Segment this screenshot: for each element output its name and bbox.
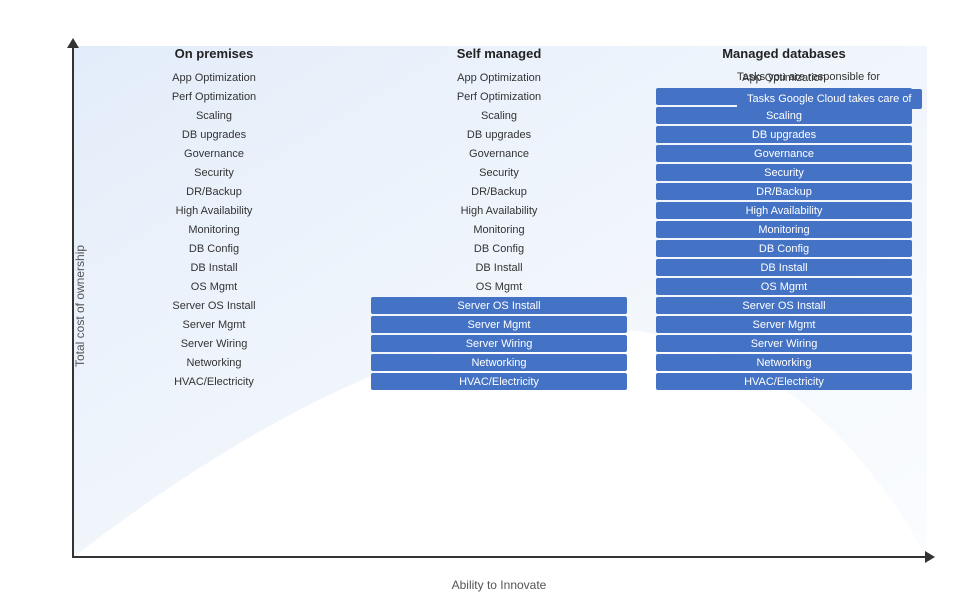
legend-google-badge: Tasks Google Cloud takes care of: [737, 89, 921, 109]
row-item-on-premises-8: Monitoring: [86, 221, 343, 238]
row-item-on-premises-9: DB Config: [86, 240, 343, 257]
row-item-managed-databases-10: DB Install: [656, 259, 913, 276]
row-item-on-premises-14: Server Wiring: [86, 335, 343, 352]
columns-area: On premises App Optimization Perf Optimiza…: [72, 46, 927, 551]
row-item-self-managed-8: Monitoring: [371, 221, 628, 238]
row-item-self-managed-4: Governance: [371, 145, 628, 162]
row-item-self-managed-0: App Optimization: [371, 69, 628, 86]
column-self-managed: Self managed App Optimization Perf Optimiz…: [357, 46, 642, 551]
row-item-managed-databases-11: OS Mgmt: [656, 278, 913, 295]
row-item-on-premises-6: DR/Backup: [86, 183, 343, 200]
row-item-on-premises-5: Security: [86, 164, 343, 181]
row-item-on-premises-1: Perf Optimization: [86, 88, 343, 105]
x-axis-label: Ability to Innovate: [72, 578, 927, 592]
row-item-managed-databases-2: Scaling: [656, 107, 913, 124]
row-item-managed-databases-14: Server Wiring: [656, 335, 913, 352]
row-item-on-premises-15: Networking: [86, 354, 343, 371]
row-item-managed-databases-12: Server OS Install: [656, 297, 913, 314]
column-header-self-managed: Self managed: [457, 46, 542, 61]
column-managed-databases: Managed databasesApp OptimizationPerf Op…: [642, 46, 927, 551]
row-item-self-managed-6: DR/Backup: [371, 183, 628, 200]
row-item-managed-databases-8: Monitoring: [656, 221, 913, 238]
row-item-self-managed-7: High Availability: [371, 202, 628, 219]
row-item-self-managed-16: HVAC/Electricity: [371, 373, 628, 390]
row-item-on-premises-7: High Availability: [86, 202, 343, 219]
chart-container: Total cost of ownership Ability to Innov…: [17, 16, 937, 596]
x-axis-arrow: [925, 551, 935, 563]
row-item-self-managed-13: Server Mgmt: [371, 316, 628, 333]
row-item-managed-databases-5: Security: [656, 164, 913, 181]
row-item-self-managed-5: Security: [371, 164, 628, 181]
row-item-self-managed-3: DB upgrades: [371, 126, 628, 143]
column-header-managed-databases: Managed databases: [722, 46, 846, 61]
row-item-on-premises-12: Server OS Install: [86, 297, 343, 314]
row-item-on-premises-13: Server Mgmt: [86, 316, 343, 333]
row-item-on-premises-16: HVAC/Electricity: [86, 373, 343, 390]
row-item-managed-databases-3: DB upgrades: [656, 126, 913, 143]
row-item-self-managed-10: DB Install: [371, 259, 628, 276]
x-axis: [72, 556, 927, 558]
row-item-managed-databases-13: Server Mgmt: [656, 316, 913, 333]
row-item-self-managed-14: Server Wiring: [371, 335, 628, 352]
row-item-on-premises-3: DB upgrades: [86, 126, 343, 143]
row-item-on-premises-0: App Optimization: [86, 69, 343, 86]
legend-user-label: Tasks you are responsible for: [737, 71, 880, 83]
row-item-self-managed-1: Perf Optimization: [371, 88, 628, 105]
row-item-on-premises-4: Governance: [86, 145, 343, 162]
column-on-premises: On premises App Optimization Perf Optimiza…: [72, 46, 357, 551]
row-item-self-managed-15: Networking: [371, 354, 628, 371]
row-item-managed-databases-9: DB Config: [656, 240, 913, 257]
row-item-managed-databases-6: DR/Backup: [656, 183, 913, 200]
row-item-on-premises-2: Scaling: [86, 107, 343, 124]
row-item-on-premises-10: DB Install: [86, 259, 343, 276]
legend-area: Tasks you are responsible for Tasks Goog…: [737, 71, 921, 109]
row-item-managed-databases-16: HVAC/Electricity: [656, 373, 913, 390]
row-item-self-managed-12: Server OS Install: [371, 297, 628, 314]
row-item-self-managed-11: OS Mgmt: [371, 278, 628, 295]
row-item-managed-databases-15: Networking: [656, 354, 913, 371]
row-item-managed-databases-7: High Availability: [656, 202, 913, 219]
row-item-managed-databases-4: Governance: [656, 145, 913, 162]
row-item-on-premises-11: OS Mgmt: [86, 278, 343, 295]
row-item-self-managed-2: Scaling: [371, 107, 628, 124]
column-header-on-premises: On premises: [175, 46, 254, 61]
row-item-self-managed-9: DB Config: [371, 240, 628, 257]
